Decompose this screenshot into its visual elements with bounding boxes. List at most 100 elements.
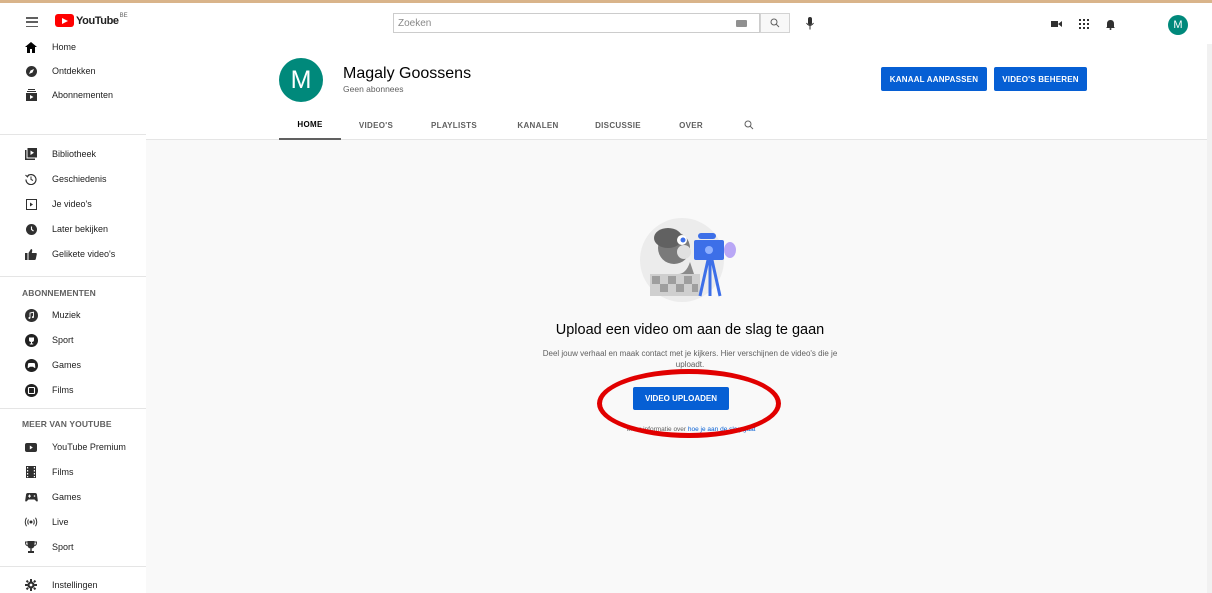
youtube-logo[interactable]: YouTube BE bbox=[55, 12, 128, 27]
library-icon bbox=[24, 147, 38, 161]
learn-more-prefix: Meer informatie over bbox=[626, 426, 688, 433]
search-input[interactable] bbox=[394, 17, 714, 29]
sidebar-item-sport-channel[interactable]: Sport bbox=[0, 327, 146, 352]
sidebar-item-label: YouTube Premium bbox=[52, 441, 126, 452]
sidebar-item-home[interactable]: Home bbox=[0, 34, 146, 59]
tab-discussion[interactable]: DISCUSSIE bbox=[590, 110, 646, 140]
customize-channel-button[interactable]: KANAAL AANPASSEN bbox=[881, 67, 987, 91]
sidebar-item-label: Instellingen bbox=[52, 579, 98, 590]
sidebar-item-sport[interactable]: Sport bbox=[0, 534, 146, 559]
sidebar-item-games-channel[interactable]: Games bbox=[0, 352, 146, 377]
logo-country-code: BE bbox=[119, 12, 128, 19]
page-scrollbar[interactable] bbox=[1207, 44, 1212, 593]
sidebar-item-label: Home bbox=[52, 41, 77, 52]
sidebar-divider bbox=[0, 276, 146, 277]
sidebar-item-games[interactable]: Games bbox=[0, 484, 146, 509]
sidebar-item-youtube-premium[interactable]: YouTube Premium bbox=[0, 434, 146, 459]
logo-word: YouTube bbox=[76, 14, 119, 27]
sidebar-item-films[interactable]: Films bbox=[0, 459, 146, 484]
sidebar-item-label: Je video's bbox=[52, 198, 92, 209]
search-icon bbox=[744, 120, 754, 130]
youtube-play-icon bbox=[55, 14, 74, 27]
sidebar-item-your-videos[interactable]: Je video's bbox=[0, 191, 146, 216]
sidebar-item-label: Geschiedenis bbox=[52, 173, 107, 184]
games-channel-icon bbox=[24, 358, 38, 372]
search-box bbox=[393, 13, 760, 33]
subscriptions-icon bbox=[24, 88, 38, 102]
channel-name: Magaly Goossens bbox=[343, 65, 472, 82]
upload-video-button[interactable]: VIDEO UPLOADEN bbox=[633, 387, 729, 410]
channel-avatar[interactable]: M bbox=[279, 58, 323, 102]
sidebar-item-label: Films bbox=[52, 384, 74, 395]
sidebar-item-history[interactable]: Geschiedenis bbox=[0, 166, 146, 191]
sidebar-item-label: Games bbox=[52, 491, 82, 502]
search-button[interactable] bbox=[760, 13, 790, 33]
sidebar-item-label: Ontdekken bbox=[52, 65, 96, 76]
sidebar-item-label: Live bbox=[52, 516, 69, 527]
sidebar-item-label: Sport bbox=[52, 334, 74, 345]
films-icon bbox=[24, 465, 38, 479]
sidebar: Home Ontdekken Abonnementen Bibliotheek … bbox=[0, 41, 146, 593]
empty-state-description: Deel jouw verhaal en maak contact met je… bbox=[542, 349, 838, 369]
sidebar-item-label: Gelikete video's bbox=[52, 248, 116, 259]
films-channel-icon bbox=[24, 383, 38, 397]
sidebar-item-watch-later[interactable]: Later bekijken bbox=[0, 216, 146, 241]
learn-more-link[interactable]: hoe je aan de slag gaat bbox=[688, 426, 756, 433]
sidebar-item-label: Abonnementen bbox=[52, 89, 114, 100]
sidebar-item-label: Films bbox=[52, 466, 74, 477]
account-avatar[interactable]: M bbox=[1168, 15, 1188, 35]
more-from-youtube-heading: MEER VAN YOUTUBE bbox=[22, 419, 112, 429]
games-icon bbox=[24, 490, 38, 504]
sidebar-item-liked-videos[interactable]: Gelikete video's bbox=[0, 241, 146, 266]
music-channel-icon bbox=[24, 308, 38, 322]
sidebar-item-films-channel[interactable]: Films bbox=[0, 377, 146, 402]
sport-channel-icon bbox=[24, 333, 38, 347]
keyboard-icon[interactable] bbox=[736, 20, 747, 27]
sidebar-item-music[interactable]: Muziek bbox=[0, 302, 146, 327]
history-icon bbox=[24, 172, 38, 186]
trophy-icon bbox=[24, 540, 38, 554]
tab-playlists[interactable]: PLAYLISTS bbox=[425, 110, 483, 140]
sidebar-item-label: Bibliotheek bbox=[52, 148, 97, 159]
voice-search-button[interactable] bbox=[803, 15, 817, 31]
gear-icon bbox=[24, 578, 38, 592]
your-videos-icon bbox=[24, 197, 38, 211]
channel-header: M Magaly Goossens Geen abonnees KANAAL A… bbox=[146, 44, 1212, 140]
youtube-premium-icon bbox=[24, 440, 38, 454]
sidebar-divider bbox=[0, 566, 146, 567]
sidebar-item-live[interactable]: Live bbox=[0, 509, 146, 534]
tab-about[interactable]: OVER bbox=[673, 110, 709, 140]
channel-search-button[interactable] bbox=[739, 110, 759, 140]
microphone-icon bbox=[806, 16, 814, 29]
apps-grid-icon[interactable] bbox=[1073, 13, 1095, 35]
empty-state-title: Upload een video om aan de slag te gaan bbox=[555, 322, 825, 338]
tab-home[interactable]: HOME bbox=[279, 110, 341, 140]
home-icon bbox=[24, 40, 38, 54]
sidebar-item-explore[interactable]: Ontdekken bbox=[0, 58, 146, 83]
liked-videos-icon bbox=[24, 247, 38, 261]
search-icon bbox=[770, 18, 780, 28]
watch-later-icon bbox=[24, 222, 38, 236]
explore-icon bbox=[24, 64, 38, 78]
sidebar-item-settings[interactable]: Instellingen bbox=[0, 572, 146, 593]
tab-videos[interactable]: VIDEO'S bbox=[355, 110, 397, 140]
manage-videos-button[interactable]: VIDEO'S BEHEREN bbox=[994, 67, 1087, 91]
sidebar-item-label: Muziek bbox=[52, 309, 81, 320]
sidebar-item-library[interactable]: Bibliotheek bbox=[0, 141, 146, 166]
tab-channels[interactable]: KANALEN bbox=[513, 110, 563, 140]
subscriptions-heading: ABONNEMENTEN bbox=[22, 288, 96, 298]
create-video-icon[interactable] bbox=[1045, 13, 1067, 35]
upload-illustration bbox=[640, 218, 736, 302]
notifications-bell-icon[interactable] bbox=[1099, 13, 1121, 35]
live-icon bbox=[24, 515, 38, 529]
sidebar-item-label: Sport bbox=[52, 541, 74, 552]
sidebar-divider bbox=[0, 134, 146, 135]
learn-more-text: Meer informatie over hoe je aan de slag … bbox=[560, 426, 822, 433]
menu-icon[interactable] bbox=[26, 17, 38, 27]
sidebar-divider bbox=[0, 408, 146, 409]
sidebar-item-label: Games bbox=[52, 359, 82, 370]
masthead: YouTube BE M bbox=[0, 3, 1212, 44]
sidebar-item-label: Later bekijken bbox=[52, 223, 109, 234]
sidebar-item-subscriptions[interactable]: Abonnementen bbox=[0, 82, 146, 107]
subscriber-count: Geen abonnees bbox=[343, 84, 404, 94]
